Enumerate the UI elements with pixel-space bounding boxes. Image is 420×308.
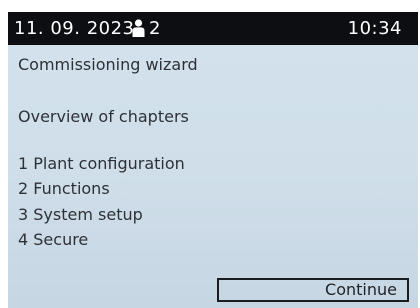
chapter-item-3[interactable]: 3 System setup (18, 205, 143, 224)
continue-button[interactable]: Continue (217, 278, 409, 302)
chapter-item-2[interactable]: 2 Functions (18, 179, 110, 198)
display-screen: 11. 09. 2023 2 10:34 Commissioning wizar… (8, 12, 418, 308)
section-heading: Overview of chapters (18, 107, 189, 126)
status-date: 11. 09. 2023 (14, 18, 135, 39)
chapter-item-4[interactable]: 4 Secure (18, 230, 88, 249)
user-count: 2 (149, 18, 161, 39)
page-title: Commissioning wizard (18, 55, 198, 74)
status-bar: 11. 09. 2023 2 10:34 (8, 12, 418, 45)
status-time: 10:34 (347, 18, 402, 39)
user-icon (132, 19, 145, 37)
chapter-item-1[interactable]: 1 Plant configuration (18, 154, 185, 173)
